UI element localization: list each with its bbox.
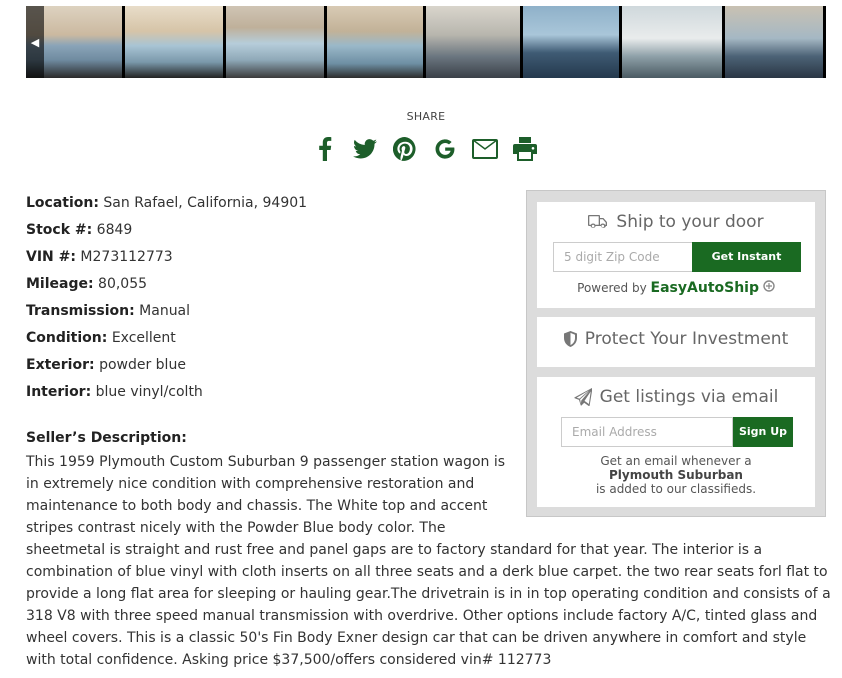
truck-icon [588, 214, 608, 228]
paper-plane-icon [574, 388, 592, 406]
detail-label: Interior: [26, 384, 92, 400]
prev-arrow-icon: ◀ [30, 35, 40, 49]
email-note-line: Get an email whenever a [600, 454, 752, 468]
detail-row: Mileage: 80,055 [26, 271, 307, 298]
detail-label: Exterior: [26, 357, 95, 373]
listings-title-text: Get listings via email [599, 387, 779, 407]
detail-value: Manual [139, 303, 191, 319]
sidebar: Ship to your door 5 digit Zip Code Get I… [526, 190, 826, 517]
detail-row: Location: San Rafael, California, 94901 [26, 190, 307, 217]
detail-value: M273112773 [80, 249, 173, 265]
detail-row: Condition: Excellent [26, 325, 307, 352]
email-address-input[interactable]: Email Address [561, 417, 733, 447]
photo-gallery-strip [26, 6, 826, 78]
sign-up-button[interactable]: Sign Up [733, 417, 793, 447]
detail-value: 80,055 [98, 276, 148, 292]
detail-value: San Rafael, California, 94901 [103, 195, 308, 211]
email-note-line: is added to our classifieds. [595, 482, 757, 496]
description-title: Seller’s Description: [26, 430, 187, 446]
thumbnail[interactable] [523, 6, 619, 78]
get-instant-quote-button[interactable]: Get Instant Quote [692, 242, 801, 293]
google-icon[interactable] [432, 134, 458, 164]
share-label: SHARE [406, 110, 446, 123]
thumbnail[interactable] [226, 6, 324, 78]
protect-title-text: Protect Your Investment [584, 329, 789, 349]
detail-value: powder blue [99, 357, 186, 373]
detail-label: Mileage: [26, 276, 94, 292]
truck-logo-icon [763, 280, 775, 292]
thumbnail[interactable] [622, 6, 722, 78]
detail-label: Stock #: [26, 222, 93, 238]
detail-row: VIN #: M273112773 [26, 244, 307, 271]
pinterest-icon[interactable] [392, 134, 418, 164]
detail-value: Excellent [111, 330, 176, 346]
email-icon[interactable] [472, 134, 498, 164]
thumbnail[interactable] [426, 6, 520, 78]
easyautoship-logo[interactable]: EasyAutoShip [651, 280, 759, 296]
shield-icon [563, 331, 577, 347]
detail-row: Transmission: Manual [26, 298, 307, 325]
ship-title-text: Ship to your door [616, 212, 764, 232]
listings-card: Get listings via email Email Address Sig… [537, 377, 815, 507]
twitter-icon[interactable] [352, 134, 378, 164]
thumbnail[interactable] [725, 6, 823, 78]
detail-row: Stock #: 6849 [26, 217, 307, 244]
thumbnail[interactable] [327, 6, 423, 78]
protect-card[interactable]: Protect Your Investment [537, 317, 815, 367]
powered-by-label: Powered by [577, 281, 647, 295]
detail-row: Exterior: powder blue [26, 352, 307, 379]
facebook-icon[interactable] [312, 134, 338, 164]
protect-title: Protect Your Investment [537, 329, 815, 349]
zip-code-input[interactable]: 5 digit Zip Code [553, 242, 693, 272]
detail-label: VIN #: [26, 249, 76, 265]
ship-title: Ship to your door [537, 212, 815, 232]
ship-card: Ship to your door 5 digit Zip Code Get I… [537, 202, 815, 308]
thumbnail[interactable] [125, 6, 223, 78]
detail-label: Location: [26, 195, 99, 211]
email-note-model: Plymouth Suburban [609, 468, 743, 482]
detail-row: Interior: blue vinyl/colth [26, 379, 307, 406]
vehicle-details: Location: San Rafael, California, 94901 … [26, 190, 307, 406]
share-icons [312, 134, 538, 164]
detail-value: blue vinyl/colth [95, 384, 203, 400]
detail-label: Condition: [26, 330, 108, 346]
email-note: Get an email whenever a Plymouth Suburba… [537, 454, 815, 496]
listings-title: Get listings via email [537, 387, 815, 407]
print-icon[interactable] [512, 134, 538, 164]
detail-value: 6849 [96, 222, 133, 238]
gallery-prev-button[interactable]: ◀ [26, 6, 44, 78]
detail-label: Transmission: [26, 303, 135, 319]
powered-by: Powered by EasyAutoShip [537, 280, 815, 296]
